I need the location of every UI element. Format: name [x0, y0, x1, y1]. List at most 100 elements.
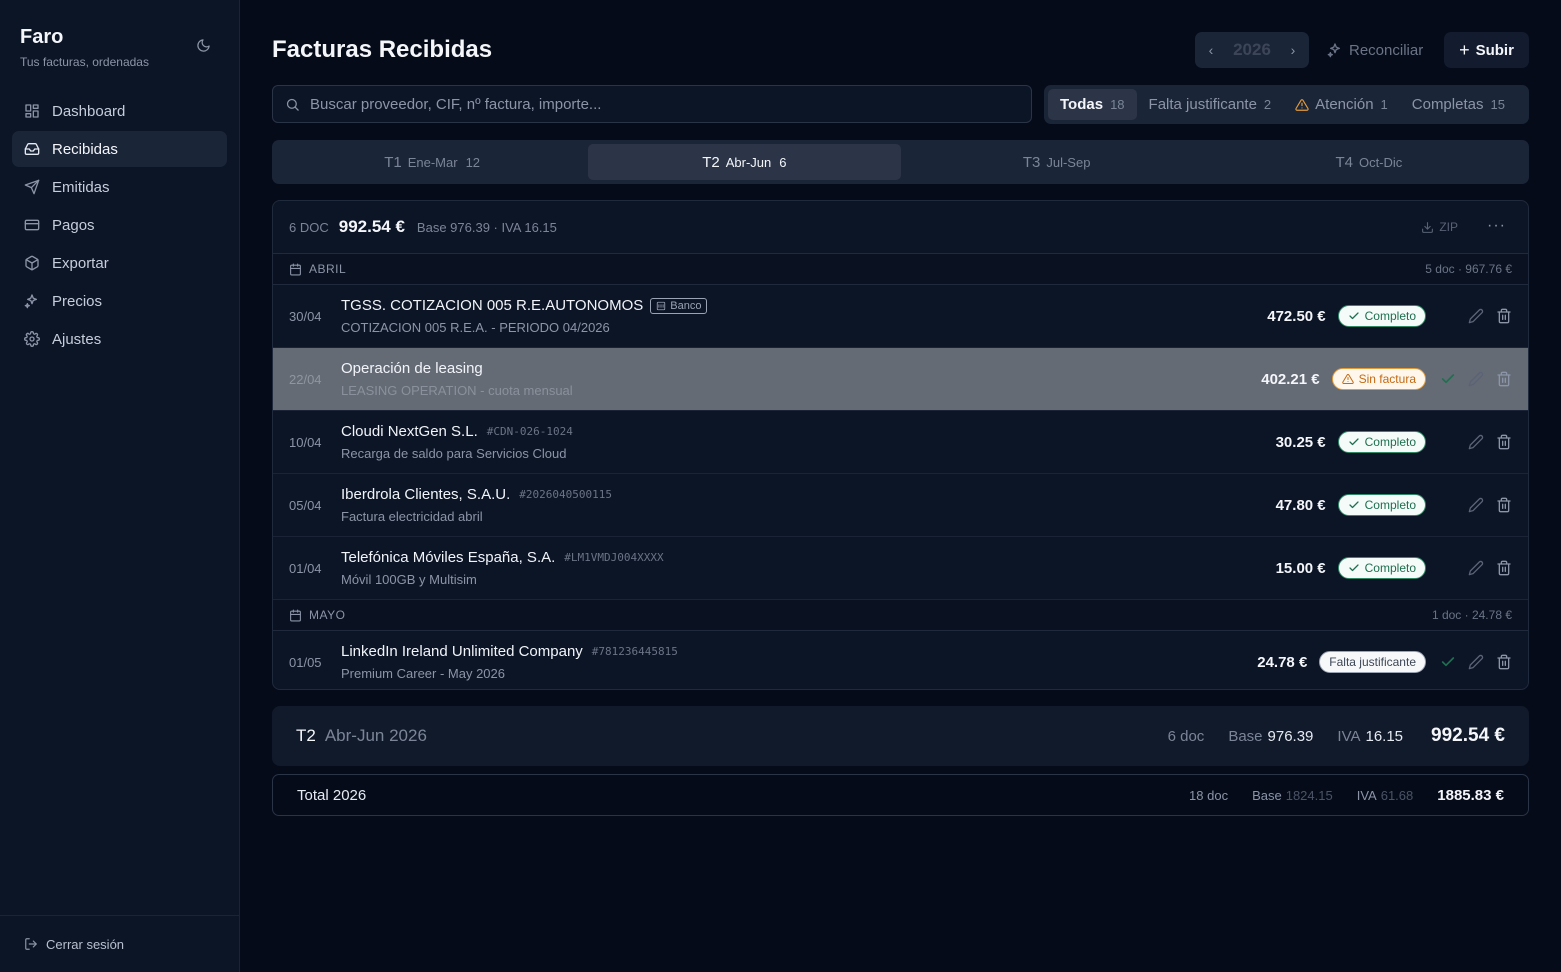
filter-completas[interactable]: Completas 15: [1400, 89, 1517, 120]
accept-icon[interactable]: [1440, 371, 1456, 387]
sidebar-item-label: Exportar: [52, 254, 109, 272]
calendar-icon: [290, 609, 301, 621]
table-row[interactable]: 22/04 Operación de leasing LEASING OPERATI…: [273, 348, 1528, 411]
filter-falta-justificante[interactable]: Falta justificante 2: [1137, 89, 1284, 120]
trash-icon[interactable]: [1496, 560, 1512, 576]
quarter-count: 12: [465, 154, 481, 170]
row-actions: [1426, 560, 1512, 576]
row-date: 30/04: [289, 308, 322, 324]
bank-icon: [657, 301, 666, 310]
filter-count: 1: [1380, 97, 1388, 112]
year-total-figures: 18 doc Base 1824.15 IVA 61.68 1885.83 €: [1189, 787, 1504, 804]
trash-icon[interactable]: [1496, 371, 1512, 387]
table-row[interactable]: 01/05 LinkedIn Ireland Unlimited Company #…: [273, 631, 1528, 689]
row-amount: 402.21 €: [1261, 370, 1320, 388]
status-badge: Completo: [1337, 431, 1426, 453]
bank-badge: Banco: [650, 297, 708, 314]
logout-button[interactable]: Cerrar sesión: [0, 915, 239, 972]
pencil-icon[interactable]: [1468, 560, 1484, 576]
quarter-name: T1: [384, 153, 402, 171]
status-badge: Completo: [1337, 305, 1426, 327]
zip-label: ZIP: [1439, 220, 1458, 234]
row-info: LinkedIn Ireland Unlimited Company #78123…: [341, 643, 1257, 681]
year-label: 2026: [1233, 40, 1271, 59]
check-icon: [1349, 564, 1359, 572]
search-box: [272, 85, 1032, 123]
pencil-icon[interactable]: [1468, 434, 1484, 450]
trash-icon[interactable]: [1496, 434, 1512, 450]
reconcile-button[interactable]: Reconciliar: [1327, 32, 1423, 68]
summary-range: Abr-Jun 2026: [324, 726, 427, 745]
row-actions: [1426, 497, 1512, 513]
pencil-icon[interactable]: [1468, 371, 1484, 387]
more-options-button[interactable]: ···: [1487, 217, 1506, 235]
sidebar-item-dashboard[interactable]: Dashboard: [12, 93, 227, 129]
zip-download-button[interactable]: ZIP: [1421, 220, 1458, 234]
quarter-count: 6: [779, 154, 787, 170]
chevron-left-icon[interactable]: ‹: [1203, 42, 1219, 58]
sparkles-icon: [1327, 43, 1340, 58]
tab-t3[interactable]: T3 Jul-Sep: [901, 144, 1213, 180]
row-description: Recarga de saldo para Servicios Cloud: [341, 446, 567, 461]
summary-quarter: T2: [296, 726, 316, 745]
table-row[interactable]: 05/04 Iberdrola Clientes, S.A.U. #20260405…: [273, 474, 1528, 537]
dashboard-icon: [25, 104, 39, 118]
row-description: Móvil 100GB y Multisim: [341, 572, 477, 587]
brand-title: Faro: [20, 26, 64, 48]
check-icon: [1349, 438, 1359, 446]
filter-atencion[interactable]: Atención 1: [1283, 89, 1400, 120]
tab-t2[interactable]: T2 Abr-Jun 6: [588, 144, 901, 180]
pencil-icon[interactable]: [1468, 308, 1484, 324]
year-total-iva: 61.68: [1380, 787, 1414, 803]
filter-count: 18: [1110, 97, 1125, 112]
sidebar-item-emitidas[interactable]: Emitidas: [12, 169, 227, 205]
row-amount: 472.50 €: [1267, 307, 1326, 325]
invoice-ref: #CDN-026-1024: [486, 425, 573, 438]
search-icon: [286, 98, 299, 111]
status-label: Falta justificante: [1329, 655, 1416, 669]
quarter-range: Jul-Sep: [1046, 154, 1091, 170]
sidebar-item-pagos[interactable]: Pagos: [12, 207, 227, 243]
tab-t4[interactable]: T4 Oct-Dic: [1213, 144, 1525, 180]
invoice-ref: #2026040500115: [519, 488, 612, 501]
row-description: Premium Career - May 2026: [341, 666, 505, 681]
month-header: MAYO 1 doc · 24.78 €: [273, 600, 1528, 631]
trash-icon[interactable]: [1496, 308, 1512, 324]
tab-t1[interactable]: T1 Ene-Mar 12: [276, 144, 588, 180]
sidebar-item-label: Pagos: [52, 216, 95, 234]
table-row[interactable]: 10/04 Cloudi NextGen S.L. #CDN-026-1024 Rec…: [273, 411, 1528, 474]
search-input[interactable]: [310, 95, 1010, 113]
filter-todas[interactable]: Todas 18: [1048, 89, 1137, 120]
quarter-range: Oct-Dic: [1358, 154, 1403, 170]
summary-figures: 6 doc Base 976.39 IVA 16.15 992.54 €: [1168, 725, 1505, 747]
filter-label: Completas: [1411, 96, 1484, 113]
accept-icon[interactable]: [1440, 654, 1456, 670]
sidebar-item-ajustes[interactable]: Ajustes: [12, 321, 227, 357]
pencil-icon[interactable]: [1468, 654, 1484, 670]
vendor-name: Iberdrola Clientes, S.A.U.: [341, 486, 511, 503]
card-total: 992.54 €: [338, 217, 405, 236]
summary-total: 992.54 €: [1431, 725, 1505, 746]
pencil-icon[interactable]: [1468, 497, 1484, 513]
vendor-name: TGSS. COTIZACION 005 R.E.AUTONOMOS: [341, 297, 644, 314]
year-total: Total 2026 18 doc Base 1824.15 IVA 61.68…: [272, 774, 1529, 816]
sidebar-item-precios[interactable]: Precios: [12, 283, 227, 319]
gear-icon: [24, 331, 40, 347]
table-row[interactable]: 30/04 TGSS. COTIZACION 005 R.E.AUTONOMOS B…: [273, 285, 1528, 348]
summary-docs: 6 doc: [1167, 727, 1205, 745]
row-amount: 47.80 €: [1275, 496, 1326, 514]
trash-icon[interactable]: [1496, 497, 1512, 513]
row-date: 05/04: [289, 497, 322, 513]
status-label: Completo: [1364, 561, 1416, 575]
row-name-line: LinkedIn Ireland Unlimited Company #78123…: [341, 643, 1257, 660]
sidebar-item-recibidas[interactable]: Recibidas: [12, 131, 227, 167]
moon-icon[interactable]: [196, 38, 214, 56]
row-description: COTIZACION 005 R.E.A. - PERIODO 04/2026: [341, 320, 610, 335]
sidebar-item-exportar[interactable]: Exportar: [12, 245, 227, 281]
table-row[interactable]: 01/04 Telefónica Móviles España, S.A. #LM1…: [273, 537, 1528, 600]
chevron-right-icon[interactable]: ›: [1285, 42, 1301, 58]
trash-icon[interactable]: [1496, 654, 1512, 670]
row-amount: 15.00 €: [1275, 559, 1326, 577]
upload-button[interactable]: + Subir: [1444, 32, 1529, 68]
download-icon: [1422, 221, 1434, 233]
